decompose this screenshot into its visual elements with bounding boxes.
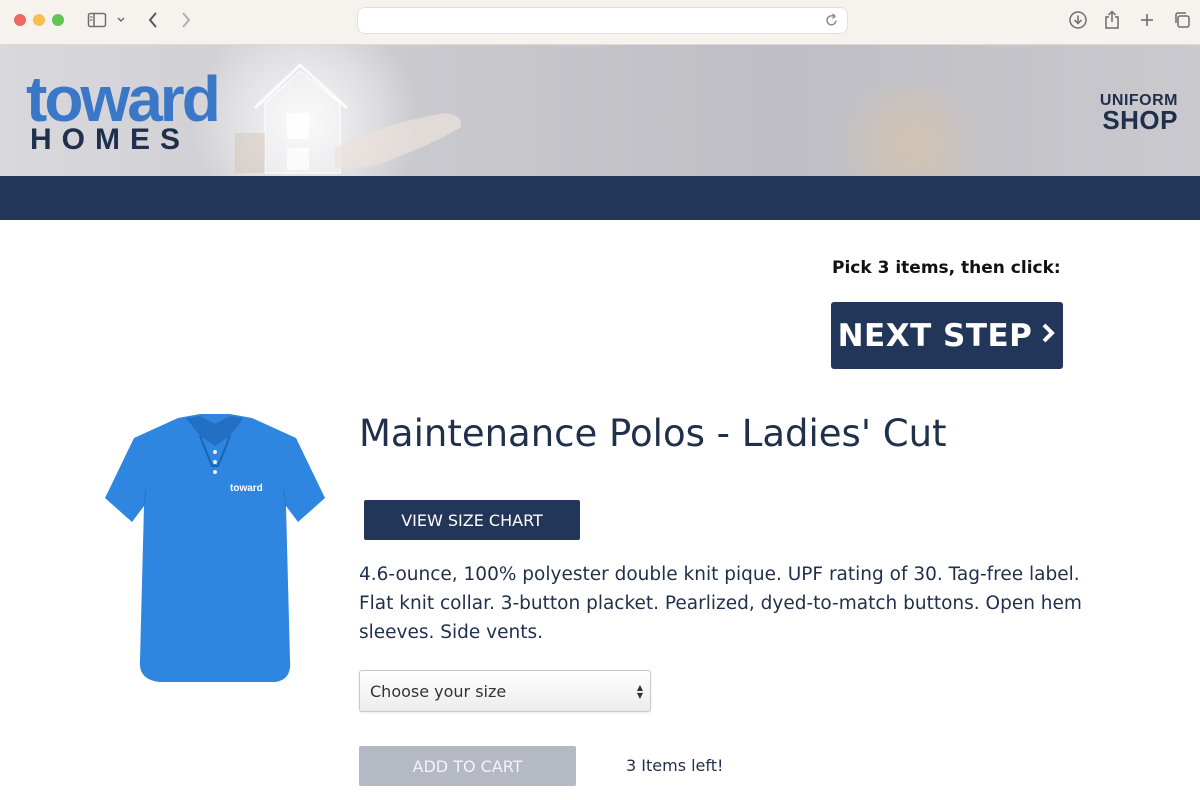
chevron-down-icon[interactable] bbox=[114, 10, 128, 30]
new-tab-icon[interactable] bbox=[1137, 10, 1157, 30]
uniform-shop-title: UNIFORM SHOP bbox=[1100, 92, 1178, 136]
sidebar-icon[interactable] bbox=[86, 10, 108, 30]
minimize-window-button[interactable] bbox=[33, 14, 45, 26]
chevron-right-icon bbox=[1040, 318, 1056, 353]
size-select[interactable]: Choose your size ▲ ▼ bbox=[359, 670, 651, 712]
tabs-overview-icon[interactable] bbox=[1171, 10, 1193, 30]
view-size-chart-button[interactable]: VIEW SIZE CHART bbox=[364, 500, 580, 540]
toward-homes-logo[interactable]: toward HOMES bbox=[26, 67, 221, 176]
logo-toward-text: toward bbox=[26, 63, 221, 135]
pick-items-instruction: Pick 3 items, then click: bbox=[832, 258, 1061, 278]
shirt-logo: toward bbox=[230, 483, 263, 494]
address-bar[interactable] bbox=[357, 7, 848, 34]
close-window-button[interactable] bbox=[14, 14, 26, 26]
share-icon[interactable] bbox=[1102, 10, 1122, 30]
product-title: Maintenance Polos - Ladies' Cut bbox=[359, 412, 947, 455]
download-icon[interactable] bbox=[1067, 10, 1089, 30]
reload-icon[interactable] bbox=[825, 12, 839, 32]
add-to-cart-button[interactable]: ADD TO CART bbox=[359, 746, 576, 786]
house-in-hand-image bbox=[235, 62, 461, 174]
items-left-counter: 3 Items left! bbox=[626, 756, 724, 775]
back-icon[interactable] bbox=[144, 10, 162, 30]
next-step-button[interactable]: NEXT STEP bbox=[831, 302, 1063, 369]
next-step-label: NEXT STEP bbox=[837, 317, 1033, 354]
bokeh-light bbox=[820, 85, 1000, 176]
browser-toolbar bbox=[0, 0, 1200, 45]
hero-banner: toward HOMES UNIFORM SHOP bbox=[0, 45, 1200, 176]
product-description: 4.6-ounce, 100% polyester double knit pi… bbox=[359, 564, 1082, 643]
select-arrows-icon: ▲ ▼ bbox=[636, 683, 643, 700]
uniform-shop-line2: SHOP bbox=[1102, 105, 1178, 136]
forward-icon[interactable] bbox=[177, 10, 195, 30]
polo-shirt-image: toward bbox=[105, 414, 325, 682]
nav-bar bbox=[0, 176, 1200, 220]
zoom-window-button[interactable] bbox=[52, 14, 64, 26]
size-select-value: Choose your size bbox=[370, 681, 507, 701]
logo-homes-text: HOMES bbox=[30, 123, 191, 156]
